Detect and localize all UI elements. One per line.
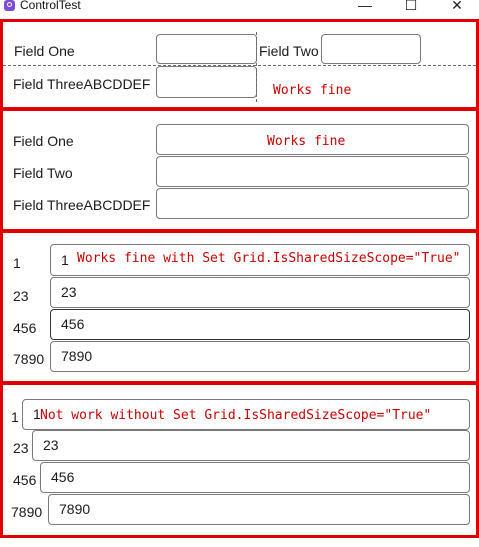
field-one-label: Field One [13,133,74,149]
field-one-label: Field One [14,43,75,59]
row-value: 456 [51,469,75,485]
field-two-label: Field Two [259,43,319,59]
row-label: 7890 [13,351,45,367]
panel-stack-rows: Field One Works fine Field Two Field Thr… [0,108,479,232]
close-button[interactable]: ✕ [434,0,479,14]
row-input[interactable]: 7890 [50,341,470,372]
row-value: 7890 [59,501,91,517]
field-three-input[interactable] [156,188,469,219]
row-label: 1 [13,255,21,271]
field-three-label: Field ThreeABCDDEF [13,197,151,213]
minimize-button[interactable]: — [342,0,388,14]
panel-grid-columns: Field One Field Two Field ThreeABCDDEF W… [0,19,479,110]
row-input[interactable]: 456 [50,309,470,340]
grid-column-divider [256,32,257,102]
window-title: ControlTest [20,0,81,12]
row-input[interactable]: 23 [50,277,470,308]
row-value: 7890 [61,348,93,364]
row-label: 23 [13,288,29,304]
app-icon [4,0,15,11]
field-three-label: Field ThreeABCDDEF [13,76,151,92]
note-text: Works fine with Set Grid.IsSharedSizeSco… [77,251,461,266]
row-value: 456 [61,316,85,332]
field-two-input[interactable] [321,34,421,64]
note-text: Works fine [267,134,346,149]
note-text: Works fine [273,83,352,98]
row-input[interactable]: 456 [40,462,470,493]
row-label: 1 [11,409,19,425]
row-value: 23 [61,284,77,300]
row-value: 23 [43,437,59,453]
panel-shared-size-scope: 1 1 Works fine with Set Grid.IsSharedSiz… [0,230,479,385]
row-label: 23 [13,440,29,456]
row-input[interactable]: 23 [32,430,470,461]
field-three-input[interactable] [156,66,257,98]
panel-no-shared-size-scope: 1 1 Not work without Set Grid.IsSharedSi… [0,381,479,538]
row-value: 1 [61,252,69,268]
row-label: 7890 [11,504,43,520]
title-bar: ControlTest — ☐ ✕ [0,0,479,16]
field-one-input[interactable] [156,34,257,64]
field-two-input[interactable] [156,156,469,187]
maximize-button[interactable]: ☐ [388,0,434,14]
field-two-label: Field Two [13,165,73,181]
row-label: 456 [13,320,37,336]
row-label: 456 [13,472,37,488]
note-text: Not work without Set Grid.IsSharedSizeSc… [40,408,432,423]
row-input[interactable]: 7890 [48,494,470,525]
grid-row-divider [3,65,476,66]
